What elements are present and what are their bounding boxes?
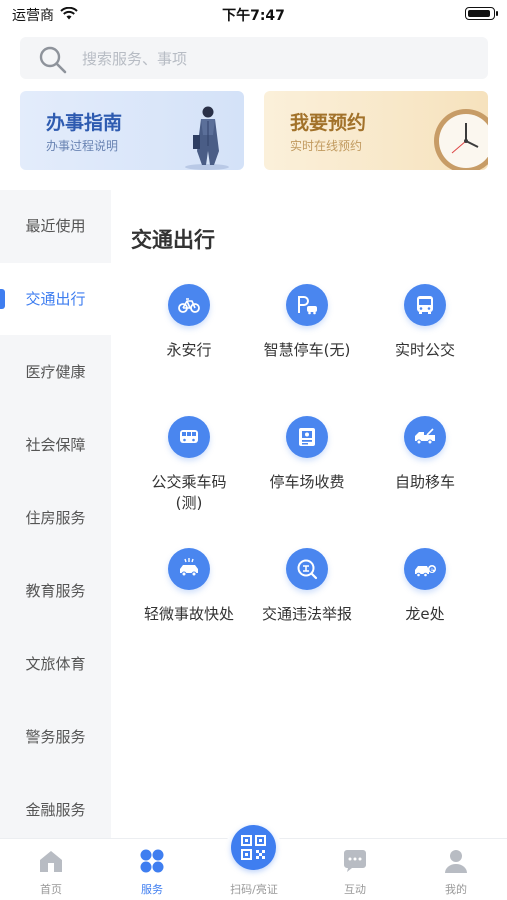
tab-services[interactable]: 服务 — [102, 839, 202, 900]
appointment-banner-subtitle: 实时在线预约 — [290, 139, 363, 153]
battery-icon — [465, 7, 498, 20]
guide-banner[interactable]: 办事指南 办事过程说明 — [20, 91, 244, 170]
sidebar-item-social-security[interactable]: 社会保障 — [0, 409, 111, 481]
service-label: 交通违法举报 — [261, 605, 352, 623]
guide-banner-title: 办事指南 — [46, 112, 123, 134]
sidebar-item-education[interactable]: 教育服务 — [0, 555, 111, 627]
service-bus-code[interactable]: 公交乘车码 (测) — [125, 416, 253, 536]
service-parking-fee[interactable]: 停车场收费 — [243, 416, 371, 536]
bus-code-icon — [168, 416, 210, 458]
clock-illustration — [434, 109, 488, 170]
violation-report-icon — [286, 548, 328, 590]
service-label: 自助移车 — [394, 473, 455, 491]
appointment-banner-title: 我要预约 — [290, 112, 367, 134]
guide-banner-subtitle: 办事过程说明 — [46, 139, 119, 153]
scan-button[interactable] — [231, 825, 276, 870]
sidebar-item-recent[interactable]: 最近使用 — [0, 190, 111, 262]
sidebar-item-housing[interactable]: 住房服务 — [0, 482, 111, 554]
service-violation-report[interactable]: 交通违法举报 — [243, 548, 371, 668]
tow-truck-icon — [404, 416, 446, 458]
service-minor-accident[interactable]: 轻微事故快处 — [125, 548, 253, 668]
accident-icon — [168, 548, 210, 590]
tab-services-label: 服务 — [141, 883, 163, 896]
service-label: 实时公交 — [394, 341, 455, 359]
tab-scan-label: 扫码/亮证 — [230, 883, 278, 896]
service-long-e-chu[interactable]: 龙e处 — [361, 548, 489, 668]
parking-fee-icon — [286, 416, 328, 458]
section-title: 交通出行 — [131, 228, 215, 252]
businessman-illustration — [185, 106, 229, 170]
tab-home[interactable]: 首页 — [1, 839, 101, 900]
service-label: 龙e处 — [405, 605, 445, 623]
service-yonganxing[interactable]: 永安行 — [125, 284, 253, 404]
service-label: 轻微事故快处 — [143, 605, 234, 623]
status-bar: 运营商 下午7:47 — [0, 0, 507, 28]
sidebar-item-police[interactable]: 警务服务 — [0, 701, 111, 773]
status-time: 下午7:47 — [222, 8, 285, 24]
tab-home-label: 首页 — [40, 883, 62, 896]
home-icon — [40, 851, 62, 872]
chat-icon — [344, 850, 366, 872]
search-input[interactable]: 搜索服务、事项 — [20, 37, 488, 79]
service-smart-parking[interactable]: 智慧停车(无) — [243, 284, 371, 404]
parking-icon — [286, 284, 328, 326]
service-realtime-bus[interactable]: 实时公交 — [361, 284, 489, 404]
service-label: 停车场收费 — [269, 473, 345, 491]
service-label: 公交乘车码 (测) — [151, 473, 227, 512]
service-self-move-car[interactable]: 自助移车 — [361, 416, 489, 536]
services-icon — [140, 849, 164, 873]
sidebar-item-transport[interactable]: 交通出行 — [0, 263, 111, 335]
tab-interact-label: 互动 — [344, 883, 366, 896]
qr-code-icon — [241, 835, 266, 860]
service-label: 永安行 — [166, 341, 212, 359]
service-label: 智慧停车(无) — [263, 341, 351, 359]
car-e-icon — [404, 548, 446, 590]
bicycle-icon — [168, 284, 210, 326]
category-sidebar: 最近使用 交通出行 医疗健康 社会保障 住房服务 教育服务 文旅体育 警务服务 … — [0, 190, 111, 838]
tab-mine[interactable]: 我的 — [406, 839, 506, 900]
tab-mine-label: 我的 — [445, 883, 467, 896]
appointment-banner[interactable]: 我要预约 实时在线预约 — [264, 91, 488, 170]
bus-icon — [404, 284, 446, 326]
search-icon — [39, 46, 67, 74]
tab-interact[interactable]: 互动 — [305, 839, 405, 900]
sidebar-item-culture-sports[interactable]: 文旅体育 — [0, 628, 111, 700]
sidebar-item-medical[interactable]: 医疗健康 — [0, 336, 111, 408]
sidebar-item-finance[interactable]: 金融服务 — [0, 774, 111, 846]
profile-icon — [445, 850, 467, 873]
search-placeholder: 搜索服务、事项 — [82, 50, 188, 68]
